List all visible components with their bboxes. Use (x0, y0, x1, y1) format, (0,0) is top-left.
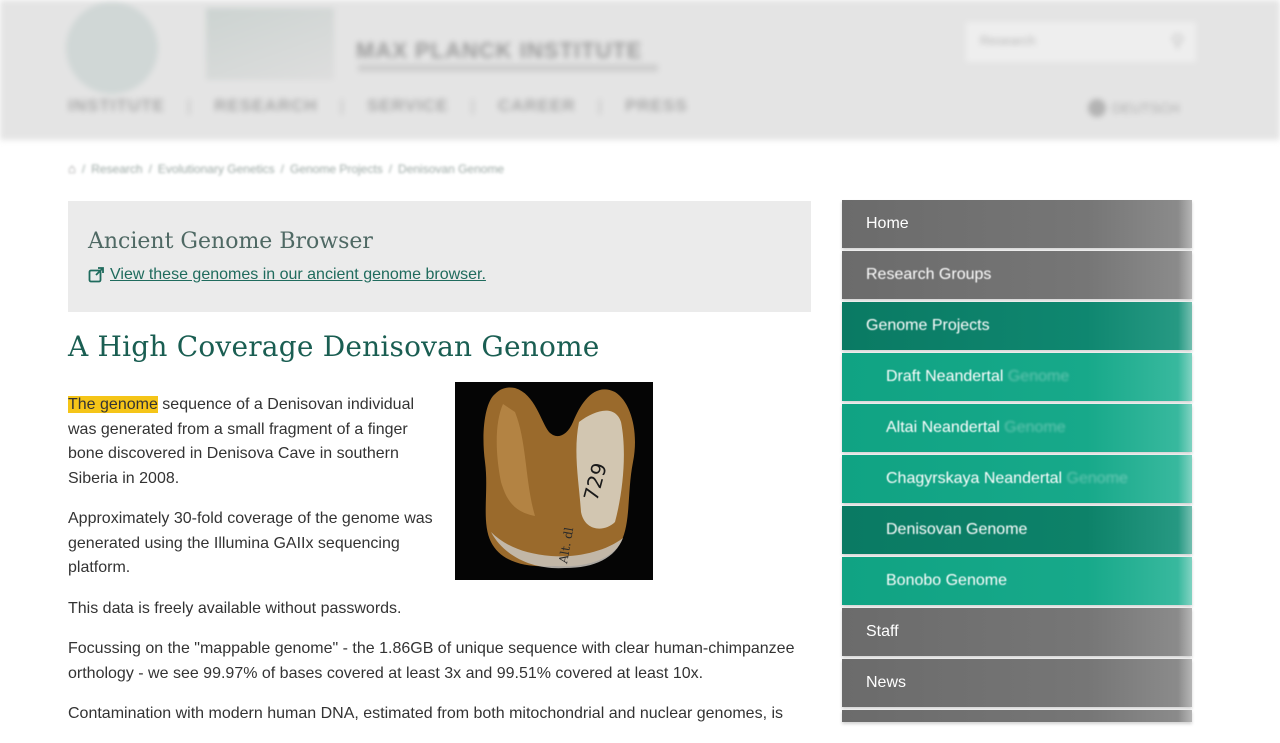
nav-separator: | (597, 96, 604, 115)
institute-subtitle (358, 64, 658, 72)
sidebar-subitem-chagyrskaya[interactable]: Chagyrskaya Neandertal Genome (842, 455, 1192, 503)
sidebar-item-home[interactable]: Home (842, 200, 1192, 248)
sidebar-item-label: Chagyrskaya Neandertal Genome (886, 470, 1128, 487)
nav-item-institute[interactable]: INSTITUTE (68, 96, 165, 116)
sidebar-subitem-bonobo[interactable]: Bonobo Genome (842, 557, 1192, 605)
sidebar-item-genome-projects[interactable]: Genome Projects (842, 302, 1192, 350)
denisovan-tooth-image: 729 Alt. dl (455, 382, 653, 580)
sidebar-item-label: Bonobo Genome (886, 572, 1007, 589)
genome-browser-title: Ancient Genome Browser (88, 229, 373, 254)
sidebar-item-staff[interactable]: Staff (842, 608, 1192, 656)
paragraph: Focussing on the "mappable genome" - the… (68, 640, 795, 682)
sidebar-item-label: Research Groups (866, 266, 992, 283)
institute-logo-icon[interactable] (66, 2, 158, 94)
breadcrumb-item[interactable]: Genome Projects (290, 162, 383, 176)
nav-item-press[interactable]: PRESS (625, 96, 688, 116)
breadcrumb-item[interactable]: Evolutionary Genetics (158, 162, 275, 176)
nav-item-career[interactable]: CAREER (498, 96, 576, 116)
language-switch[interactable]: DEUTSCH (1088, 98, 1190, 118)
sidebar-subitem-altai-neandertal[interactable]: Altai Neandertal Genome (842, 404, 1192, 452)
nav-item-service[interactable]: SERVICE (367, 96, 448, 116)
sidebar-item-research-groups[interactable]: Research Groups (842, 251, 1192, 299)
genome-browser-link-text[interactable]: View these genomes in our ancient genome… (110, 266, 486, 284)
nav-separator: | (470, 96, 476, 115)
article-body: 729 Alt. dl The genome sequence of a Den… (68, 382, 811, 727)
home-icon[interactable]: ⌂ (68, 161, 76, 176)
sidebar-item-label: Genome Projects (866, 317, 990, 334)
language-label: DEUTSCH (1112, 100, 1180, 116)
sidebar-item-label: Draft Neandertal Genome (886, 368, 1070, 385)
institute-logo-graphic (206, 8, 334, 80)
sidebar-subitem-denisovan-active[interactable]: Denisovan Genome (842, 506, 1192, 554)
external-link-icon (88, 267, 104, 283)
search-placeholder: Research (980, 33, 1036, 48)
search-icon[interactable]: ⚲ (1171, 31, 1184, 52)
highlighted-text: The genome (68, 396, 158, 413)
breadcrumb: ⌂ / Research / Evolutionary Genetics / G… (68, 161, 505, 176)
breadcrumb-item[interactable]: Research (91, 162, 142, 176)
sidebar-item-label: News (866, 674, 907, 691)
globe-icon (1088, 99, 1106, 117)
institute-name[interactable]: MAX PLANCK INSTITUTE (356, 38, 642, 64)
sidebar-item-label: Home (866, 215, 909, 232)
sidebar-navigation: Home Research Groups Genome Projects Dra… (842, 200, 1192, 725)
paragraph: Contamination with modern human DNA, est… (68, 705, 784, 722)
genome-browser-box: Ancient Genome Browser View these genome… (68, 201, 811, 312)
genome-browser-link[interactable]: View these genomes in our ancient genome… (88, 266, 791, 284)
nav-separator: | (186, 96, 193, 115)
sidebar-item-more[interactable] (842, 710, 1192, 722)
sidebar-item-label: Altai Neandertal Genome (886, 419, 1066, 436)
sidebar-subitem-draft-neandertal[interactable]: Draft Neandertal Genome (842, 353, 1192, 401)
sidebar-item-news[interactable]: News (842, 659, 1192, 707)
sidebar-item-label: Denisovan Genome (886, 521, 1028, 538)
nav-item-research[interactable]: RESEARCH (214, 96, 317, 116)
search-input[interactable]: Research ⚲ (966, 22, 1196, 62)
main-content: Ancient Genome Browser View these genome… (68, 201, 811, 743)
nav-separator: | (339, 96, 346, 115)
site-header: MAX PLANCK INSTITUTE Research ⚲ INSTITUT… (0, 0, 1280, 140)
paragraph: Approximately 30-fold coverage of the ge… (68, 510, 433, 576)
sidebar-item-label: Staff (866, 623, 899, 640)
page-title: A High Coverage Denisovan Genome (68, 330, 600, 363)
paragraph: This data is freely available without pa… (68, 599, 402, 617)
paragraph: The genome sequence of a Denisovan indiv… (68, 396, 415, 487)
breadcrumb-current: Denisovan Genome (398, 161, 505, 176)
top-navigation: INSTITUTE | RESEARCH | SERVICE | CAREER … (68, 96, 688, 116)
